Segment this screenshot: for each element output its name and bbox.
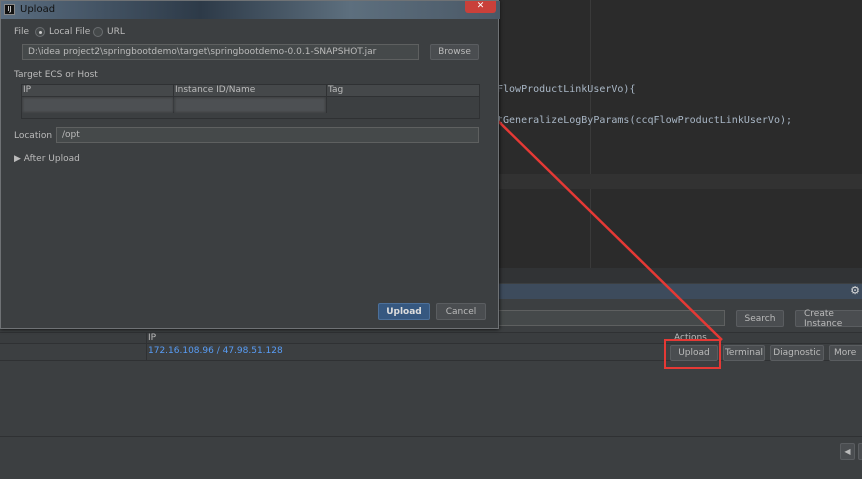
dialog-title-bar[interactable]: IJ Upload ✕ (1, 1, 500, 19)
upload-button[interactable]: Upload (378, 303, 430, 320)
intellij-logo-icon: IJ (4, 4, 15, 15)
browse-button[interactable]: Browse (430, 44, 479, 60)
column-ip: IP (23, 85, 32, 95)
column-instance-id: Instance ID/Name (175, 85, 256, 95)
url-radio[interactable] (93, 27, 103, 37)
redacted-instance (175, 98, 325, 112)
redacted-ip (23, 98, 173, 112)
close-button[interactable]: ✕ (465, 1, 496, 13)
upload-dialog: IJ Upload ✕ File Local File URL D:\idea … (0, 0, 500, 329)
local-file-label[interactable]: Local File (49, 27, 90, 37)
target-label: Target ECS or Host (14, 70, 98, 80)
target-host-table[interactable]: IP Instance ID/Name Tag (21, 84, 480, 119)
column-tag: Tag (328, 85, 344, 95)
location-label: Location (14, 131, 53, 141)
target-table-header: IP Instance ID/Name Tag (22, 85, 479, 97)
file-path-input[interactable]: D:\idea project2\springbootdemo\target\s… (22, 44, 419, 60)
local-file-radio[interactable] (35, 27, 45, 37)
file-label: File (14, 27, 30, 37)
after-upload-label: After Upload (23, 154, 80, 164)
url-label[interactable]: URL (107, 27, 125, 37)
after-upload-toggle[interactable]: ▶ After Upload (14, 154, 80, 164)
triangle-right-icon: ▶ (14, 154, 24, 164)
dialog-title: Upload (20, 4, 56, 15)
location-input[interactable]: /opt (56, 127, 479, 143)
cancel-button[interactable]: Cancel (436, 303, 486, 320)
